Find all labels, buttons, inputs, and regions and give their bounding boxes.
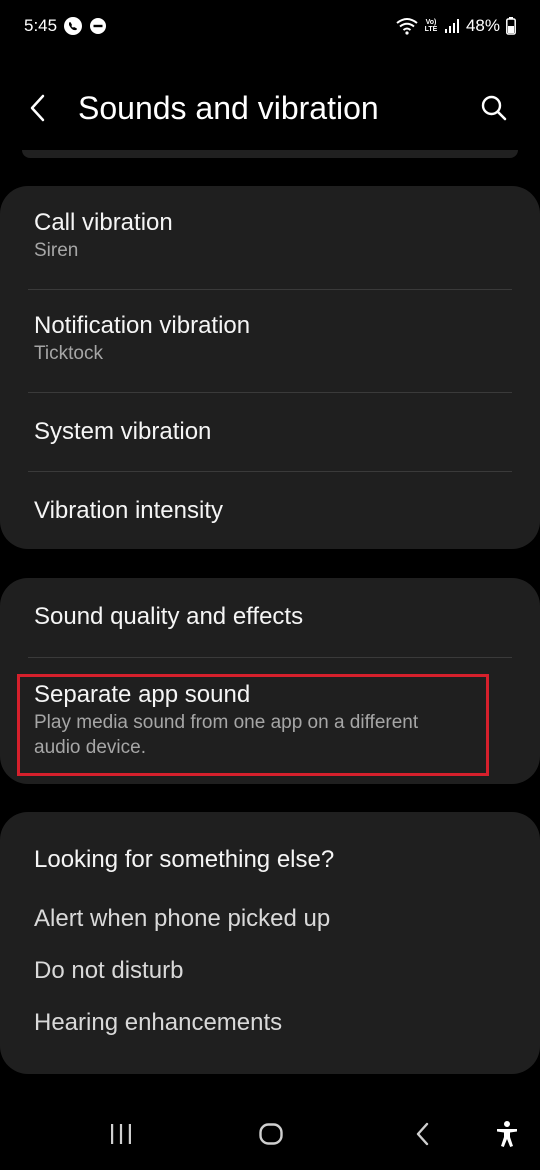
accessibility-icon [497, 1121, 517, 1147]
vibration-settings-card: Call vibration Siren Notification vibrat… [0, 186, 540, 549]
back-icon [416, 1122, 429, 1146]
divider [28, 471, 512, 472]
call-vibration-item[interactable]: Call vibration Siren [34, 208, 512, 263]
page-title: Sounds and vibration [78, 89, 379, 126]
notification-vibration-item[interactable]: Notification vibration Ticktock [34, 311, 512, 366]
do-not-disturb-icon [89, 17, 107, 35]
battery-icon [506, 17, 516, 35]
home-icon [259, 1123, 283, 1145]
signal-icon [444, 18, 460, 34]
search-icon [481, 95, 507, 121]
divider [28, 657, 512, 658]
row-title: Vibration intensity [34, 497, 223, 524]
wifi-icon [396, 17, 418, 35]
divider [28, 392, 512, 393]
row-title: Call vibration [34, 209, 173, 236]
row-title: Sound quality and effects [34, 603, 304, 630]
app-header: Sounds and vibration [0, 70, 540, 146]
search-button[interactable] [474, 86, 514, 130]
suggestions-heading: Looking for something else? [34, 846, 335, 873]
navigation-bar [0, 1100, 540, 1170]
suggestions-card: Looking for something else? Alert when p… [0, 812, 540, 1074]
volte-indicator: Vo) LTE [424, 19, 438, 33]
status-left: 5:45 [24, 16, 107, 36]
status-bar: 5:45 Vo) LTE 48% [0, 0, 540, 52]
row-subtitle: Ticktock [34, 343, 103, 364]
divider [28, 289, 512, 290]
back-button[interactable] [28, 86, 68, 130]
home-button[interactable] [246, 1114, 296, 1154]
row-title: System vibration [34, 418, 212, 445]
recent-apps-button[interactable] [96, 1114, 146, 1154]
chevron-left-icon [30, 94, 45, 122]
call-notification-icon [63, 16, 83, 36]
battery-percent: 48% [465, 16, 500, 35]
previous-card-edge [22, 150, 518, 158]
vibration-intensity-item[interactable]: Vibration intensity [34, 496, 512, 526]
suggestion-link[interactable]: Hearing enhancements [34, 1009, 282, 1037]
recent-apps-icon [111, 1124, 131, 1144]
suggestion-link[interactable]: Do not disturb [34, 957, 183, 985]
suggestion-link[interactable]: Alert when phone picked up [34, 905, 330, 933]
system-vibration-item[interactable]: System vibration [34, 417, 512, 447]
nav-back-button[interactable] [398, 1114, 448, 1154]
accessibility-button[interactable] [482, 1114, 532, 1154]
status-right: Vo) LTE 48% [396, 16, 516, 36]
highlight-annotation [17, 674, 489, 776]
row-title: Notification vibration [34, 312, 251, 339]
sound-quality-item[interactable]: Sound quality and effects [34, 602, 512, 632]
status-time: 5:45 [24, 16, 58, 35]
row-subtitle: Siren [34, 240, 79, 261]
